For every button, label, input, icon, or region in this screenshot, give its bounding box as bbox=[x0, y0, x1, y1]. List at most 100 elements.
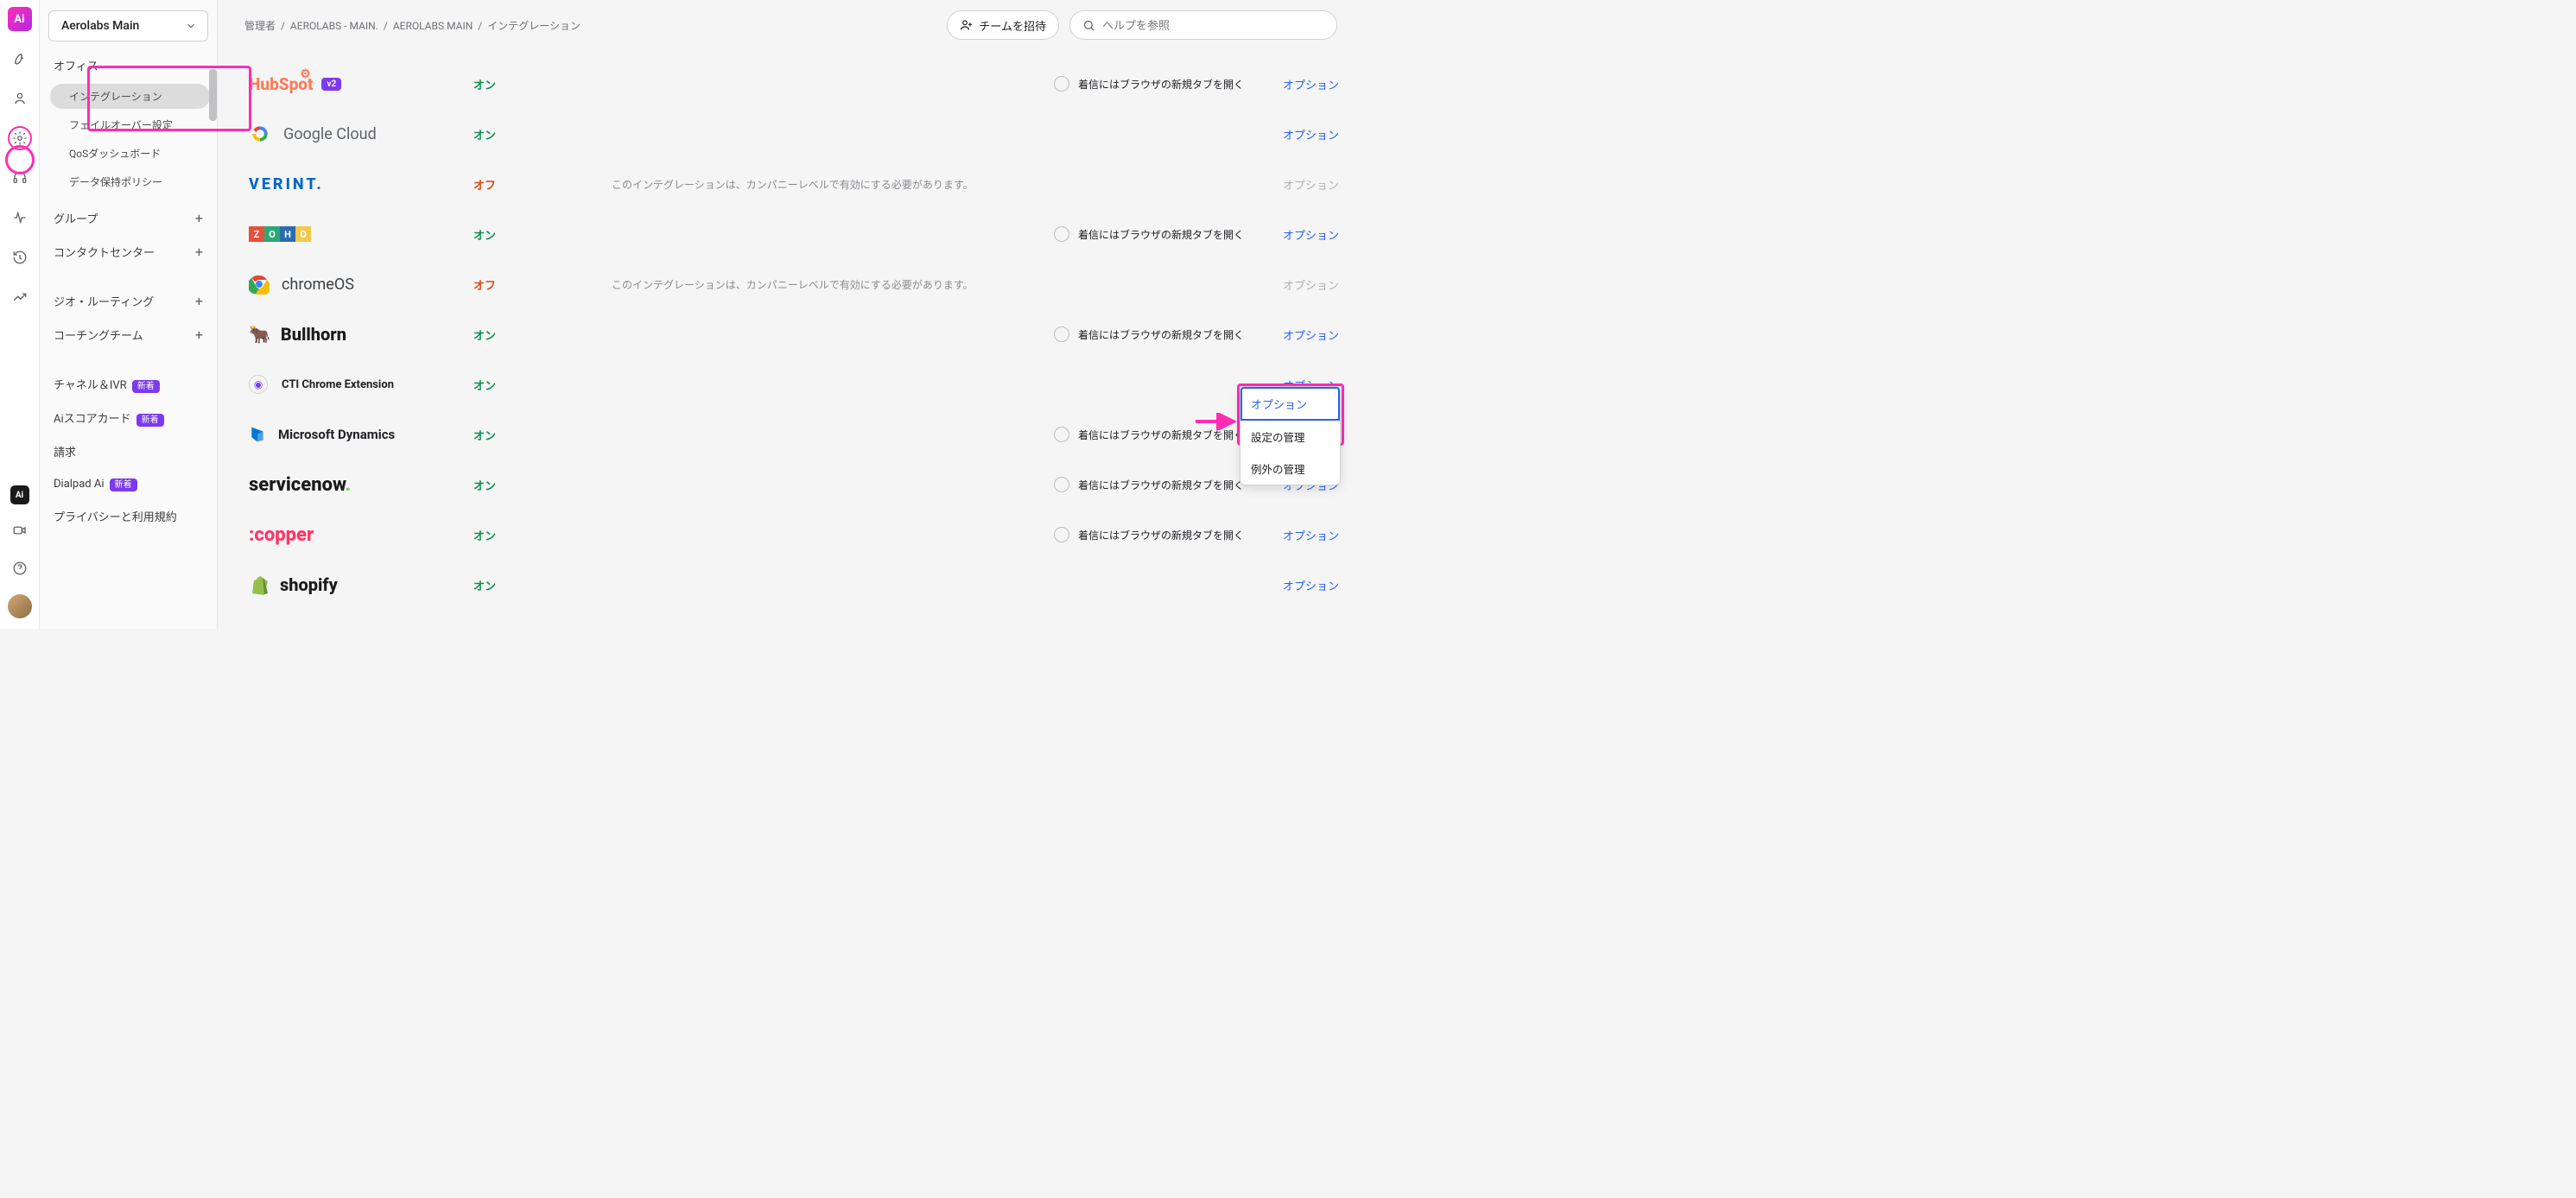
app-logo-icon[interactable]: Ai bbox=[8, 7, 32, 31]
workspace-name: Aerolabs Main bbox=[61, 19, 139, 33]
help-icon[interactable] bbox=[8, 556, 32, 580]
toggle-radio[interactable] bbox=[1054, 226, 1069, 242]
integration-logo: ZOHO bbox=[249, 226, 473, 242]
help-search-input[interactable] bbox=[1102, 19, 1324, 32]
sidebar-item-failover[interactable]: フェイルオーバー設定 bbox=[50, 112, 210, 137]
options-dropdown: オプション 設定の管理 例外の管理 bbox=[1240, 386, 1341, 485]
sidebar-item[interactable]: Dialpad Ai新着 bbox=[40, 468, 217, 499]
search-icon bbox=[1082, 19, 1095, 32]
annotation-arrow-icon bbox=[1194, 413, 1239, 430]
invite-team-button[interactable]: チームを招待 bbox=[947, 10, 1059, 40]
help-search[interactable] bbox=[1069, 10, 1337, 40]
plus-icon[interactable]: + bbox=[195, 210, 203, 226]
toggle-radio[interactable] bbox=[1054, 477, 1069, 492]
sidebar-item[interactable]: コーチングチーム+ bbox=[40, 318, 217, 352]
integration-note: このインテグレーションは、カンパニーレベルで有効にする必要があります。 bbox=[612, 177, 1054, 192]
options-link[interactable]: オプション bbox=[1261, 76, 1339, 92]
toggle-radio[interactable] bbox=[1054, 326, 1069, 342]
video-icon[interactable] bbox=[8, 518, 32, 542]
toggle-radio[interactable] bbox=[1054, 427, 1069, 442]
status-label: オン bbox=[473, 477, 612, 493]
sidebar-item[interactable]: ジオ・ルーティング+ bbox=[40, 284, 217, 318]
dropdown-item-manage-settings[interactable]: 設定の管理 bbox=[1240, 421, 1340, 453]
integration-logo: Microsoft Dynamics bbox=[249, 425, 473, 444]
integration-row: 🐂Bullhornオン 着信にはブラウザの新規タブを開くオプション bbox=[249, 309, 1339, 359]
integration-row: ZOHOオン 着信にはブラウザの新規タブを開くオプション bbox=[249, 209, 1339, 259]
new-badge: 新着 bbox=[110, 479, 137, 491]
sidebar: Aerolabs Main オフィス インテグレーション フェイルオーバー設定 … bbox=[40, 0, 218, 629]
activity-icon[interactable] bbox=[8, 206, 32, 230]
dropdown-options-header[interactable]: オプション bbox=[1240, 387, 1340, 421]
ai-badge-icon[interactable]: Ai bbox=[10, 485, 29, 504]
toggle-cell: 着信にはブラウザの新規タブを開く bbox=[1054, 226, 1261, 242]
toggle-radio[interactable] bbox=[1054, 76, 1069, 92]
new-badge: 新着 bbox=[136, 414, 164, 427]
sidebar-item-integration[interactable]: インテグレーション bbox=[50, 84, 210, 109]
breadcrumb: 管理者 / AEROLABS - MAIN. / AEROLABS MAIN /… bbox=[242, 18, 936, 33]
integration-logo: :copper bbox=[249, 524, 473, 546]
sidebar-item[interactable]: 請求 bbox=[40, 434, 217, 468]
status-label: オフ bbox=[473, 276, 612, 293]
options-link[interactable]: オプション bbox=[1261, 226, 1339, 243]
chevron-down-icon bbox=[185, 20, 197, 32]
integration-row: ◉CTI Chrome Extensionオンオプション bbox=[249, 359, 1339, 409]
avatar[interactable] bbox=[8, 594, 32, 618]
integration-list: HubSpo⚙tv2オン着信にはブラウザの新規タブを開くオプションGoogle … bbox=[218, 50, 1351, 629]
options-link: オプション bbox=[1261, 176, 1339, 193]
dropdown-item-manage-exceptions[interactable]: 例外の管理 bbox=[1240, 453, 1340, 485]
trend-icon[interactable] bbox=[8, 285, 32, 309]
integration-row: HubSpo⚙tv2オン 着信にはブラウザの新規タブを開くオプション bbox=[249, 59, 1339, 109]
integration-logo: HubSpo⚙tv2 bbox=[249, 74, 473, 94]
sidebar-item[interactable]: チャネル＆IVR新着 bbox=[40, 367, 217, 401]
integration-logo: ◉CTI Chrome Extension bbox=[249, 375, 473, 394]
options-link[interactable]: オプション bbox=[1261, 527, 1339, 543]
integration-note: このインテグレーションは、カンパニーレベルで有効にする必要があります。 bbox=[612, 277, 1054, 292]
toggle-cell: 着信にはブラウザの新規タブを開く bbox=[1054, 326, 1261, 342]
integration-logo: servicenow. bbox=[249, 474, 473, 496]
options-link[interactable]: オプション bbox=[1261, 326, 1339, 343]
plus-icon[interactable]: + bbox=[195, 244, 203, 260]
invite-icon bbox=[960, 18, 974, 32]
integration-logo: Google Cloud bbox=[249, 123, 473, 145]
integration-logo: chromeOS bbox=[249, 274, 473, 295]
integration-row: chromeOSオフこのインテグレーションは、カンパニーレベルで有効にする必要が… bbox=[249, 259, 1339, 309]
options-link[interactable]: オプション bbox=[1261, 577, 1339, 593]
integration-row: VERINT.オフこのインテグレーションは、カンパニーレベルで有効にする必要があ… bbox=[249, 159, 1339, 209]
status-label: オン bbox=[473, 377, 612, 393]
plus-icon[interactable]: + bbox=[195, 326, 203, 343]
integration-row: Google Cloudオンオプション bbox=[249, 109, 1339, 159]
headset-icon[interactable] bbox=[8, 166, 32, 190]
status-label: オン bbox=[473, 226, 612, 243]
sidebar-item-qos[interactable]: QoSダッシュボード bbox=[50, 141, 210, 166]
options-link: オプション bbox=[1261, 276, 1339, 293]
history-icon[interactable] bbox=[8, 245, 32, 269]
workspace-selector[interactable]: Aerolabs Main bbox=[48, 10, 208, 41]
sidebar-item[interactable]: Aiスコアカード新着 bbox=[40, 401, 217, 434]
gear-icon[interactable] bbox=[8, 126, 32, 150]
status-label: オン bbox=[473, 427, 612, 443]
status-label: オン bbox=[473, 326, 612, 343]
new-badge: 新着 bbox=[132, 380, 160, 393]
user-icon[interactable] bbox=[8, 86, 32, 111]
left-rail: Ai Ai bbox=[0, 0, 40, 629]
topbar: 管理者 / AEROLABS - MAIN. / AEROLABS MAIN /… bbox=[218, 0, 1351, 50]
plus-icon[interactable]: + bbox=[195, 293, 203, 309]
toggle-radio[interactable] bbox=[1054, 527, 1069, 542]
status-label: オン bbox=[473, 76, 612, 92]
integration-row: servicenow.オン着信にはブラウザの新規タブを開くオプション bbox=[249, 460, 1339, 510]
toggle-cell: 着信にはブラウザの新規タブを開く bbox=[1054, 76, 1261, 92]
toggle-cell: 着信にはブラウザの新規タブを開く bbox=[1054, 527, 1261, 542]
v2-badge: v2 bbox=[321, 78, 341, 91]
sidebar-item[interactable]: プライバシーと利用規約 bbox=[40, 499, 217, 533]
status-label: オン bbox=[473, 577, 612, 593]
integration-logo: 🐂Bullhorn bbox=[249, 324, 473, 345]
sidebar-item[interactable]: コンタクトセンター+ bbox=[40, 235, 217, 269]
sidebar-section-office[interactable]: オフィス bbox=[40, 48, 217, 82]
scrollbar[interactable] bbox=[209, 69, 217, 121]
integration-logo: shopify bbox=[249, 574, 473, 596]
options-link[interactable]: オプション bbox=[1261, 126, 1339, 143]
sidebar-item-retention[interactable]: データ保持ポリシー bbox=[50, 169, 210, 194]
integration-row: Microsoft Dynamicsオン着信にはブラウザの新規タブを開くオプショ… bbox=[249, 409, 1339, 460]
rocket-icon[interactable] bbox=[8, 47, 32, 71]
sidebar-item[interactable]: グループ+ bbox=[40, 201, 217, 235]
